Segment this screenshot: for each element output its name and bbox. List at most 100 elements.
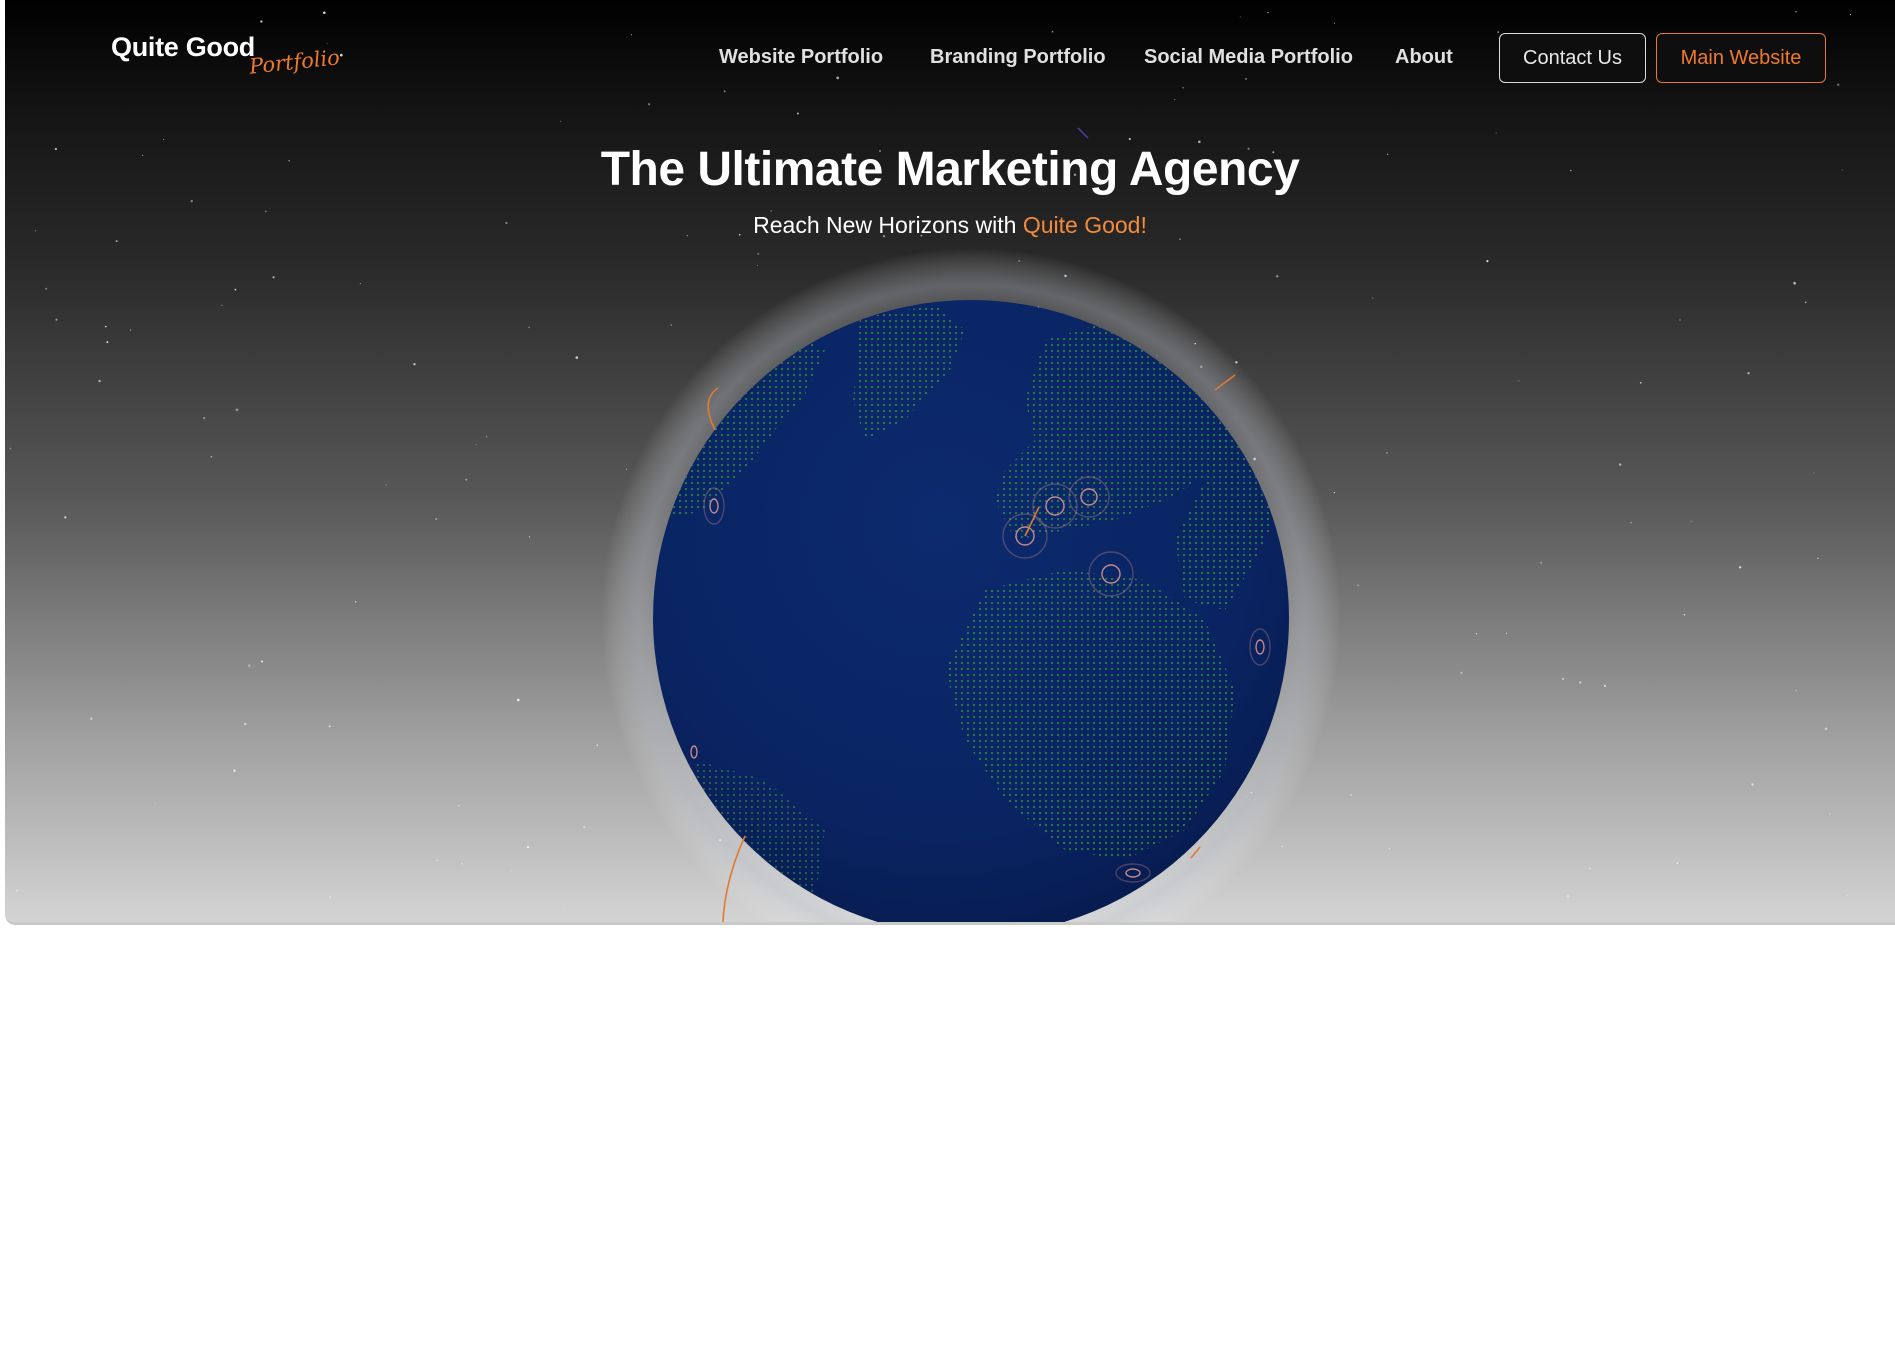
brand-tagline: Portfolio [247, 45, 341, 79]
star [328, 725, 331, 728]
star [908, 382, 910, 384]
star [842, 465, 844, 467]
star [1817, 557, 1819, 560]
contact-us-button[interactable]: Contact Us [1499, 33, 1646, 83]
star [104, 325, 107, 328]
nav-about[interactable]: About [1395, 46, 1453, 69]
star [1357, 584, 1359, 587]
star [1690, 521, 1692, 523]
star [1111, 603, 1114, 606]
hero-subtitle-accent: Quite Good! [1022, 212, 1147, 238]
star [233, 769, 236, 772]
star [221, 304, 223, 306]
star [931, 514, 933, 516]
star [1566, 894, 1570, 898]
star [1588, 867, 1591, 870]
star [967, 380, 970, 384]
star [952, 408, 956, 411]
hero-title: The Ultimate Marketing Agency [600, 143, 1300, 196]
star [461, 863, 463, 865]
star [560, 120, 562, 122]
star [1117, 378, 1119, 381]
star [64, 516, 67, 519]
star [891, 405, 893, 408]
star [719, 839, 722, 842]
star [1738, 566, 1742, 569]
star [1618, 463, 1622, 466]
star [1813, 472, 1815, 474]
star [247, 664, 251, 667]
star [1156, 355, 1158, 357]
star [1194, 342, 1197, 345]
star [1055, 519, 1057, 522]
hero-subtitle: Reach New Horizons with Quite Good! [5, 212, 1895, 239]
hero-section: Quite Good Portfolio Website Portfolio B… [5, 0, 1895, 925]
star [895, 490, 898, 494]
star [1333, 492, 1335, 494]
brand-name: Quite Good [111, 32, 255, 62]
star [1475, 633, 1478, 635]
star [45, 287, 48, 290]
star [1033, 899, 1036, 902]
star [510, 870, 512, 872]
star [235, 408, 239, 412]
star [1793, 281, 1796, 285]
star [1846, 894, 1848, 897]
star [1562, 677, 1565, 680]
star [1018, 756, 1022, 759]
star [842, 503, 844, 506]
star [1037, 306, 1040, 308]
star [517, 698, 520, 702]
star [866, 794, 869, 797]
star [1388, 847, 1391, 850]
star [1630, 521, 1632, 524]
star [1110, 406, 1112, 408]
star [1245, 795, 1247, 798]
star [115, 240, 118, 243]
star [1639, 381, 1642, 384]
star [1281, 845, 1284, 848]
star [9, 447, 12, 450]
star [1460, 671, 1463, 674]
star [272, 276, 275, 279]
star [670, 324, 672, 326]
star [658, 642, 661, 645]
brand-logo[interactable]: Quite Good Portfolio [111, 32, 341, 87]
page-body-blank [0, 925, 1895, 1350]
star [1579, 681, 1582, 684]
star [1372, 297, 1374, 299]
star [575, 356, 579, 359]
star [359, 283, 361, 285]
star [190, 199, 193, 203]
star [797, 504, 800, 507]
star [1518, 380, 1520, 382]
star [563, 908, 565, 910]
star [1018, 260, 1021, 262]
star [475, 444, 477, 446]
star [1603, 684, 1606, 687]
star [1235, 361, 1238, 364]
star [1002, 388, 1004, 391]
star [857, 674, 860, 676]
nav-branding-portfolio[interactable]: Branding Portfolio [930, 46, 1106, 69]
star [854, 786, 857, 789]
star [1495, 132, 1497, 134]
starfield-background [9, 10, 1852, 910]
star [528, 326, 530, 329]
nav-website-portfolio[interactable]: Website Portfolio [719, 46, 883, 69]
star [465, 478, 468, 481]
star [816, 837, 819, 840]
main-website-button[interactable]: Main Website [1656, 33, 1826, 83]
star [1142, 370, 1145, 373]
star [385, 484, 387, 486]
star [596, 744, 599, 747]
nav-social-media-portfolio[interactable]: Social Media Portfolio [1144, 46, 1353, 69]
star [1795, 689, 1797, 692]
star [821, 612, 825, 615]
star [658, 576, 660, 578]
star [354, 601, 357, 603]
star [1128, 137, 1131, 141]
star [89, 717, 93, 721]
star [1676, 862, 1679, 865]
star [1747, 371, 1750, 375]
